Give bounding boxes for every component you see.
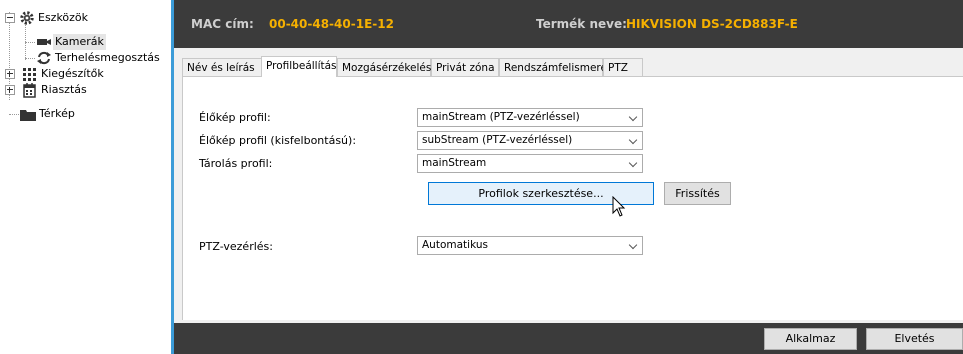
tree-item-label: Eszközök [38,11,89,24]
expand-icon[interactable] [5,69,15,79]
tree-item-label: Terhelésmegosztás [55,51,160,64]
tab-privacy-zone[interactable]: Privát zóna [431,58,499,76]
tab-label: Név és leírás [187,62,255,74]
mac-value: 00-40-48-40-1E-12 [269,17,394,31]
plugin-grid-icon [23,68,36,81]
expand-icon[interactable] [5,85,15,95]
storage-profile-select[interactable]: mainStream [417,154,643,173]
tree-item-map[interactable]: Térkép [0,106,168,122]
tab-label: Mozgásérzékelés [342,62,432,74]
folder-map-icon [20,110,36,121]
camera-icon [37,39,51,45]
tab-plate-recognition[interactable]: Rendszámfelismerés [499,58,612,76]
tree-item-label: Kamerák [53,34,106,50]
tab-ptz[interactable]: PTZ [603,58,643,76]
chevron-down-icon [628,112,638,122]
profile-settings-page: Élőkép profil: mainStream (PTZ-vezérléss… [182,76,963,320]
live-profile-label: Élőkép profil: [199,111,271,124]
discard-button[interactable]: Elvetés [866,328,963,350]
tree-item-cameras[interactable]: Kamerák [0,34,168,50]
tree-item-label: Kiegészítők [41,67,104,80]
tree-item-alarm[interactable]: Riasztás [0,82,168,98]
tab-name-description[interactable]: Név és leírás [182,58,262,76]
select-value: subStream (PTZ-vezérléssel) [422,134,573,146]
live-low-res-profile-select[interactable]: subStream (PTZ-vezérléssel) [417,131,643,150]
tree-item-devices[interactable]: Eszközök [0,10,168,26]
camera-settings-panel: MAC cím: 00-40-48-40-1E-12 Termék neve: … [174,0,963,354]
device-info-header: MAC cím: 00-40-48-40-1E-12 Termék neve: … [174,0,963,48]
tab-label: Rendszámfelismerés [504,62,613,74]
tab-label: PTZ [608,62,628,74]
mouse-cursor-icon [612,196,626,217]
product-name-label: Termék neve: [536,17,627,31]
product-name-value: HIKVISION DS-2CD883F-E [626,17,798,31]
tab-profile-settings[interactable]: Profilbeállítás [261,56,337,77]
tree-item-label: Riasztás [41,83,87,96]
live-low-res-profile-label: Élőkép profil (kisfelbontású): [199,134,357,147]
tree-item-label: Térkép [39,107,75,120]
collapse-icon[interactable] [5,13,15,23]
mac-label: MAC cím: [191,17,254,31]
refresh-button[interactable]: Frissítés [664,182,731,205]
select-value: mainStream [422,157,487,169]
chevron-down-icon [628,158,638,168]
tree-item-addons[interactable]: Kiegészítők [0,66,168,82]
gear-icon [20,11,34,25]
chevron-down-icon [628,135,638,145]
storage-profile-label: Tárolás profil: [199,157,273,170]
load-balance-icon [37,51,51,65]
action-footer: Alkalmaz Elvetés [174,323,963,354]
tab-motion-detection[interactable]: Mozgásérzékelés [337,58,431,76]
ptz-control-label: PTZ-vezérlés: [199,240,273,253]
tab-label: Privát zóna [436,62,495,74]
ptz-control-select[interactable]: Automatikus [417,236,643,255]
tab-label: Profilbeállítás [266,60,337,72]
tree-item-load-balancing[interactable]: Terhelésmegosztás [0,50,168,66]
alarm-calendar-icon [23,83,36,98]
select-value: mainStream (PTZ-vezérléssel) [422,111,580,123]
device-tree: Eszközök Kamerák Terhelésmegosztás Kiegé… [0,0,168,354]
chevron-down-icon [628,240,638,250]
select-value: Automatikus [422,239,488,251]
live-profile-select[interactable]: mainStream (PTZ-vezérléssel) [417,108,643,127]
apply-button[interactable]: Alkalmaz [764,328,857,350]
